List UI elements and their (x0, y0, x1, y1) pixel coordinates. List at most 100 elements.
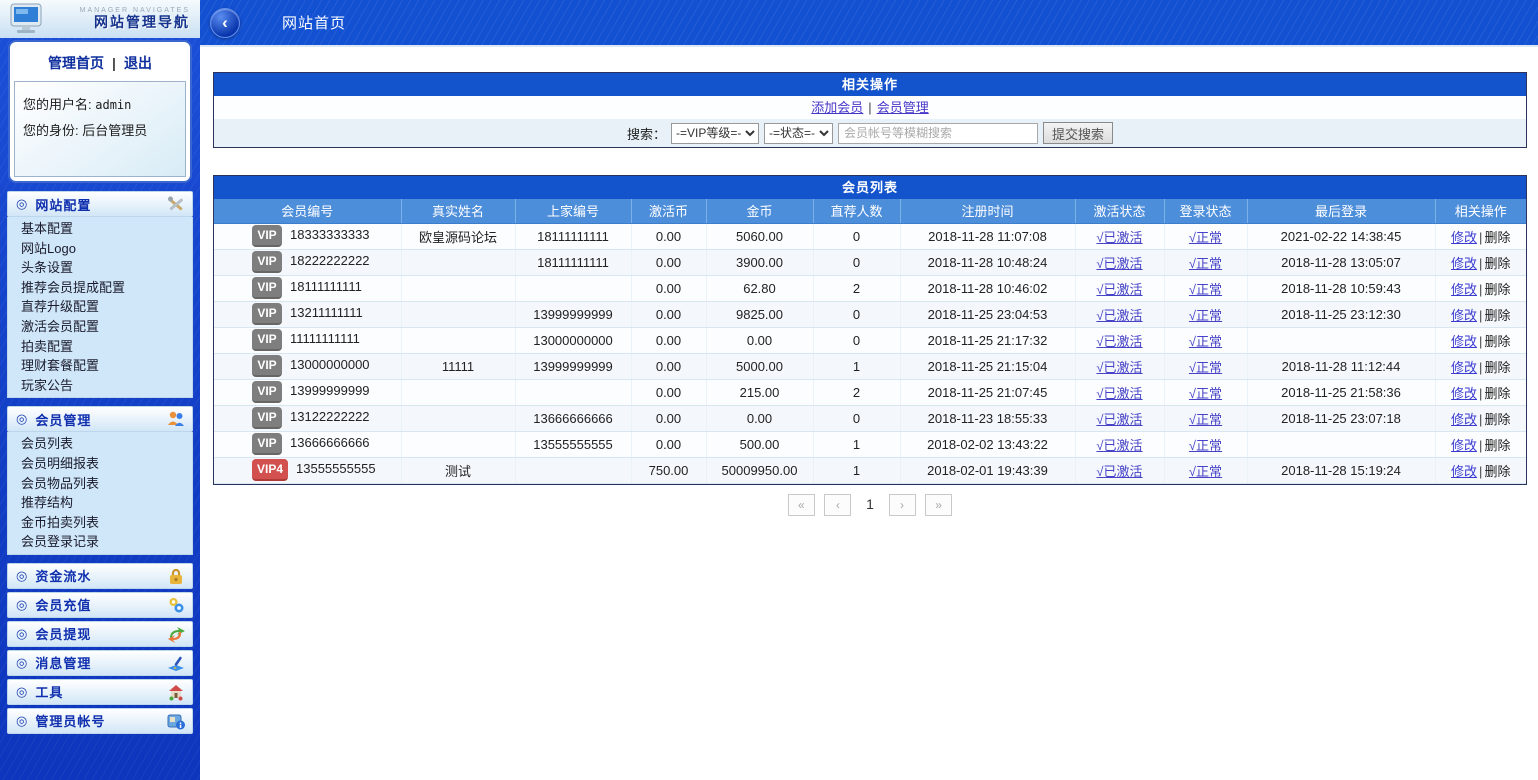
login-status-link[interactable]: √正常 (1189, 308, 1222, 323)
sidebar-item-headline-settings[interactable]: 头条设置 (8, 258, 192, 278)
direct-count: 0 (813, 223, 900, 249)
lock-icon (166, 566, 186, 586)
activation-status-link[interactable]: √已激活 (1096, 360, 1142, 375)
gold-coin: 50009950.00 (706, 457, 813, 483)
arrows-icon (166, 624, 186, 644)
sidebar-item-member-login-records[interactable]: 会员登录记录 (8, 532, 192, 552)
activation-status-link[interactable]: √已激活 (1096, 386, 1142, 401)
vip-badge: VIP (252, 225, 282, 247)
sidebar-item-member-detail-report[interactable]: 会员明细报表 (8, 454, 192, 474)
delete-link[interactable]: 删除 (1484, 230, 1510, 245)
gold-coin: 5000.00 (706, 353, 813, 379)
edit-link[interactable]: 修改 (1451, 386, 1477, 401)
sidebar-item-auction-config[interactable]: 拍卖配置 (8, 337, 192, 357)
edit-link[interactable]: 修改 (1451, 334, 1477, 349)
delete-link[interactable]: 删除 (1484, 412, 1510, 427)
prev-page-button[interactable]: ‹ (824, 494, 851, 516)
member-no: 13555555555 (296, 461, 376, 476)
activation-status-link[interactable]: √已激活 (1096, 282, 1142, 297)
activation-coin: 0.00 (631, 249, 706, 275)
sidebar-section-member-recharge[interactable]: ◎ 会员充值 (7, 592, 193, 618)
sidebar-item-referral-structure[interactable]: 推荐结构 (8, 493, 192, 513)
login-status-link[interactable]: √正常 (1189, 282, 1222, 297)
sidebar-item-upgrade-config[interactable]: 直荐升级配置 (8, 297, 192, 317)
last-login: 2018-11-28 13:05:07 (1247, 249, 1435, 275)
activation-status-link[interactable]: √已激活 (1096, 230, 1142, 245)
last-page-button[interactable]: » (925, 494, 952, 516)
add-member-link[interactable]: 添加会员 (811, 100, 863, 115)
bullet-icon: ◎ (16, 196, 27, 212)
edit-link[interactable]: 修改 (1451, 438, 1477, 453)
sidebar-item-gold-auction-list[interactable]: 金币拍卖列表 (8, 513, 192, 533)
activation-status-link[interactable]: √已激活 (1096, 334, 1142, 349)
sidebar-section-tools[interactable]: ◎ 工具 (7, 679, 193, 705)
sidebar-item-player-announcement[interactable]: 玩家公告 (8, 376, 192, 396)
activation-status-link[interactable]: √已激活 (1096, 464, 1142, 479)
login-status-link[interactable]: √正常 (1189, 334, 1222, 349)
sidebar-item-basic-config[interactable]: 基本配置 (8, 219, 192, 239)
activation-coin: 0.00 (631, 379, 706, 405)
delete-link[interactable]: 删除 (1484, 464, 1510, 479)
next-page-button[interactable]: › (889, 494, 916, 516)
sidebar-item-activate-member-config[interactable]: 激活会员配置 (8, 317, 192, 337)
edit-link[interactable]: 修改 (1451, 360, 1477, 375)
delete-link[interactable]: 删除 (1484, 256, 1510, 271)
login-status-link[interactable]: √正常 (1189, 360, 1222, 375)
login-status-link[interactable]: √正常 (1189, 412, 1222, 427)
delete-link[interactable]: 删除 (1484, 386, 1510, 401)
direct-count: 0 (813, 405, 900, 431)
login-status-link[interactable]: √正常 (1189, 256, 1222, 271)
user-panel: 管理首页|退出 您的用户名: admin 您的身份: 后台管理员 (8, 40, 192, 183)
activation-coin: 0.00 (631, 353, 706, 379)
sidebar-item-member-list[interactable]: 会员列表 (8, 434, 192, 454)
edit-link[interactable]: 修改 (1451, 412, 1477, 427)
delete-link[interactable]: 删除 (1484, 360, 1510, 375)
vip-badge: VIP (252, 303, 282, 325)
back-button[interactable]: ‹ (210, 8, 240, 38)
activation-status-link[interactable]: √已激活 (1096, 256, 1142, 271)
admin-home-link[interactable]: 管理首页 (48, 55, 104, 71)
real-name: 测试 (401, 457, 515, 483)
user-links: 管理首页|退出 (14, 46, 186, 81)
house-icon (166, 682, 186, 702)
edit-link[interactable]: 修改 (1451, 464, 1477, 479)
sidebar-section-member-withdrawal[interactable]: ◎ 会员提现 (7, 621, 193, 647)
pagination: « ‹ 1 › » (213, 494, 1527, 516)
direct-count: 0 (813, 327, 900, 353)
vip-level-select[interactable]: -=VIP等级=- (671, 123, 759, 144)
member-management-link[interactable]: 会员管理 (877, 100, 929, 115)
login-status-link[interactable]: √正常 (1189, 438, 1222, 453)
login-status-link[interactable]: √正常 (1189, 386, 1222, 401)
delete-link[interactable]: 删除 (1484, 438, 1510, 453)
delete-link[interactable]: 删除 (1484, 308, 1510, 323)
search-input[interactable] (838, 123, 1038, 144)
login-status-link[interactable]: √正常 (1189, 230, 1222, 245)
activation-status-link[interactable]: √已激活 (1096, 308, 1142, 323)
sidebar-section-fund-flow[interactable]: ◎ 资金流水 (7, 563, 193, 589)
role-value: 后台管理员 (82, 123, 147, 138)
login-status-link[interactable]: √正常 (1189, 464, 1222, 479)
sidebar-item-finance-package-config[interactable]: 理财套餐配置 (8, 356, 192, 376)
sidebar-section-member-management[interactable]: ◎ 会员管理 (7, 406, 193, 432)
first-page-button[interactable]: « (788, 494, 815, 516)
submit-search-button[interactable]: 提交搜索 (1043, 122, 1113, 144)
section-member-withdrawal: ◎ 会员提现 (7, 621, 193, 647)
logout-link[interactable]: 退出 (124, 55, 152, 71)
activation-status-link[interactable]: √已激活 (1096, 412, 1142, 427)
separator: | (1479, 438, 1482, 453)
edit-link[interactable]: 修改 (1451, 230, 1477, 245)
status-select[interactable]: -=状态=- (764, 123, 833, 144)
edit-link[interactable]: 修改 (1451, 308, 1477, 323)
sidebar-item-referral-commission[interactable]: 推荐会员提成配置 (8, 278, 192, 298)
activation-status-link[interactable]: √已激活 (1096, 438, 1142, 453)
delete-link[interactable]: 删除 (1484, 334, 1510, 349)
content-area: 相关操作 添加会员|会员管理 搜索： -=VIP等级=- -=状态=- 提交搜索 (200, 47, 1538, 516)
delete-link[interactable]: 删除 (1484, 282, 1510, 297)
sidebar-item-site-logo[interactable]: 网站Logo (8, 239, 192, 259)
sidebar-item-member-items-list[interactable]: 会员物品列表 (8, 474, 192, 494)
sidebar-section-message-management[interactable]: ◎ 消息管理 (7, 650, 193, 676)
edit-link[interactable]: 修改 (1451, 256, 1477, 271)
sidebar-section-admin-account[interactable]: ◎ 管理员帐号 (7, 708, 193, 734)
sidebar-section-site-config[interactable]: ◎ 网站配置 (7, 191, 193, 217)
edit-link[interactable]: 修改 (1451, 282, 1477, 297)
